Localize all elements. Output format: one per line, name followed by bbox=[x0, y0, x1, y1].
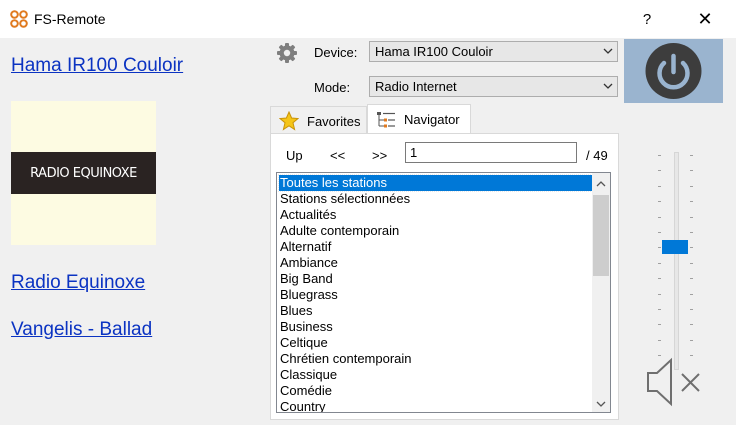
device-select[interactable]: Hama IR100 Couloir bbox=[369, 41, 618, 62]
device-name-link[interactable]: Hama IR100 Couloir bbox=[11, 55, 183, 77]
volume-tick bbox=[658, 278, 661, 279]
volume-tick bbox=[658, 294, 661, 295]
list-item[interactable]: Bluegrass bbox=[279, 287, 594, 303]
track-title-link[interactable]: Vangelis - Ballad bbox=[11, 319, 152, 341]
page-total-label: / 49 bbox=[586, 148, 608, 163]
list-item[interactable]: Chrétien contemporain bbox=[279, 351, 594, 367]
volume-tick bbox=[658, 263, 661, 264]
list-item[interactable]: Alternatif bbox=[279, 239, 594, 255]
list-item[interactable]: Ambiance bbox=[279, 255, 594, 271]
station-logo-band: RADIO EQUINOXE bbox=[11, 152, 156, 194]
list-item[interactable]: Toutes les stations bbox=[278, 174, 595, 192]
chevron-down-icon bbox=[603, 83, 613, 89]
mode-select[interactable]: Radio Internet bbox=[369, 76, 618, 97]
volume-tick bbox=[690, 278, 693, 279]
scroll-thumb[interactable] bbox=[593, 195, 609, 276]
volume-tick bbox=[658, 247, 661, 248]
title-bar: FS-Remote ? ✕ bbox=[0, 0, 736, 38]
volume-tick bbox=[658, 217, 661, 218]
help-button[interactable]: ? bbox=[624, 0, 670, 38]
list-item[interactable]: Celtique bbox=[279, 335, 594, 351]
scroll-down-arrow[interactable] bbox=[592, 395, 610, 412]
list-item[interactable]: Adulte contemporain bbox=[279, 223, 594, 239]
volume-tick bbox=[690, 155, 693, 156]
volume-slider-thumb[interactable] bbox=[662, 240, 688, 254]
volume-tick bbox=[658, 324, 661, 325]
list-item[interactable]: Classique bbox=[279, 367, 594, 383]
next-page-button[interactable]: >> bbox=[372, 148, 387, 163]
tab-favorites[interactable]: Favorites bbox=[270, 106, 367, 134]
scroll-up-arrow[interactable] bbox=[592, 175, 610, 192]
device-label: Device: bbox=[314, 45, 358, 60]
app-logo-icon bbox=[10, 10, 28, 28]
list-item[interactable]: Comédie bbox=[279, 383, 594, 399]
power-icon bbox=[645, 43, 702, 99]
list-item[interactable]: Business bbox=[279, 319, 594, 335]
page-number-input[interactable]: 1 bbox=[405, 142, 577, 163]
speaker-muted-icon[interactable] bbox=[644, 356, 704, 408]
volume-tick bbox=[690, 340, 693, 341]
station-logo: RADIO EQUINOXE bbox=[11, 101, 156, 245]
up-button[interactable]: Up bbox=[286, 148, 303, 163]
volume-tick bbox=[658, 155, 661, 156]
gear-icon[interactable] bbox=[276, 42, 298, 64]
volume-tick bbox=[690, 294, 693, 295]
volume-tick bbox=[658, 340, 661, 341]
tab-favorites-label: Favorites bbox=[307, 114, 361, 129]
volume-tick bbox=[690, 232, 693, 233]
chevron-down-icon bbox=[603, 48, 613, 54]
device-select-value: Hama IR100 Couloir bbox=[375, 44, 493, 59]
mode-label: Mode: bbox=[314, 80, 351, 95]
chevron-down-icon bbox=[596, 401, 606, 407]
list-item[interactable]: Stations sélectionnées bbox=[279, 191, 594, 207]
list-item[interactable]: Big Band bbox=[279, 271, 594, 287]
list-item[interactable]: Blues bbox=[279, 303, 594, 319]
station-list[interactable]: Toutes les stations Stations sélectionnée… bbox=[276, 172, 611, 413]
volume-tick bbox=[658, 201, 661, 202]
list-item[interactable]: Country bbox=[279, 399, 594, 412]
list-scrollbar[interactable] bbox=[592, 173, 610, 412]
tab-navigator[interactable]: Navigator bbox=[367, 104, 471, 135]
volume-tick bbox=[658, 186, 661, 187]
tree-list-icon bbox=[377, 112, 395, 128]
station-name-link[interactable]: Radio Equinoxe bbox=[11, 272, 145, 294]
volume-tick bbox=[690, 186, 693, 187]
volume-tick bbox=[658, 232, 661, 233]
volume-slider-track[interactable] bbox=[674, 152, 679, 370]
chevron-up-icon bbox=[596, 180, 606, 186]
volume-tick bbox=[690, 201, 693, 202]
list-item[interactable]: Actualités bbox=[279, 207, 594, 223]
window-title: FS-Remote bbox=[34, 11, 106, 27]
volume-tick bbox=[690, 217, 693, 218]
volume-tick bbox=[658, 170, 661, 171]
prev-page-button[interactable]: << bbox=[330, 148, 345, 163]
station-logo-text: RADIO EQUINOXE bbox=[30, 165, 137, 181]
tab-navigator-label: Navigator bbox=[404, 112, 460, 127]
volume-tick bbox=[690, 309, 693, 310]
power-button[interactable] bbox=[624, 39, 723, 103]
volume-tick bbox=[690, 247, 693, 248]
volume-tick bbox=[658, 309, 661, 310]
volume-tick bbox=[690, 324, 693, 325]
mode-select-value: Radio Internet bbox=[375, 79, 457, 94]
close-button[interactable]: ✕ bbox=[682, 0, 728, 38]
volume-tick bbox=[690, 263, 693, 264]
volume-tick bbox=[690, 170, 693, 171]
star-icon bbox=[279, 111, 299, 131]
